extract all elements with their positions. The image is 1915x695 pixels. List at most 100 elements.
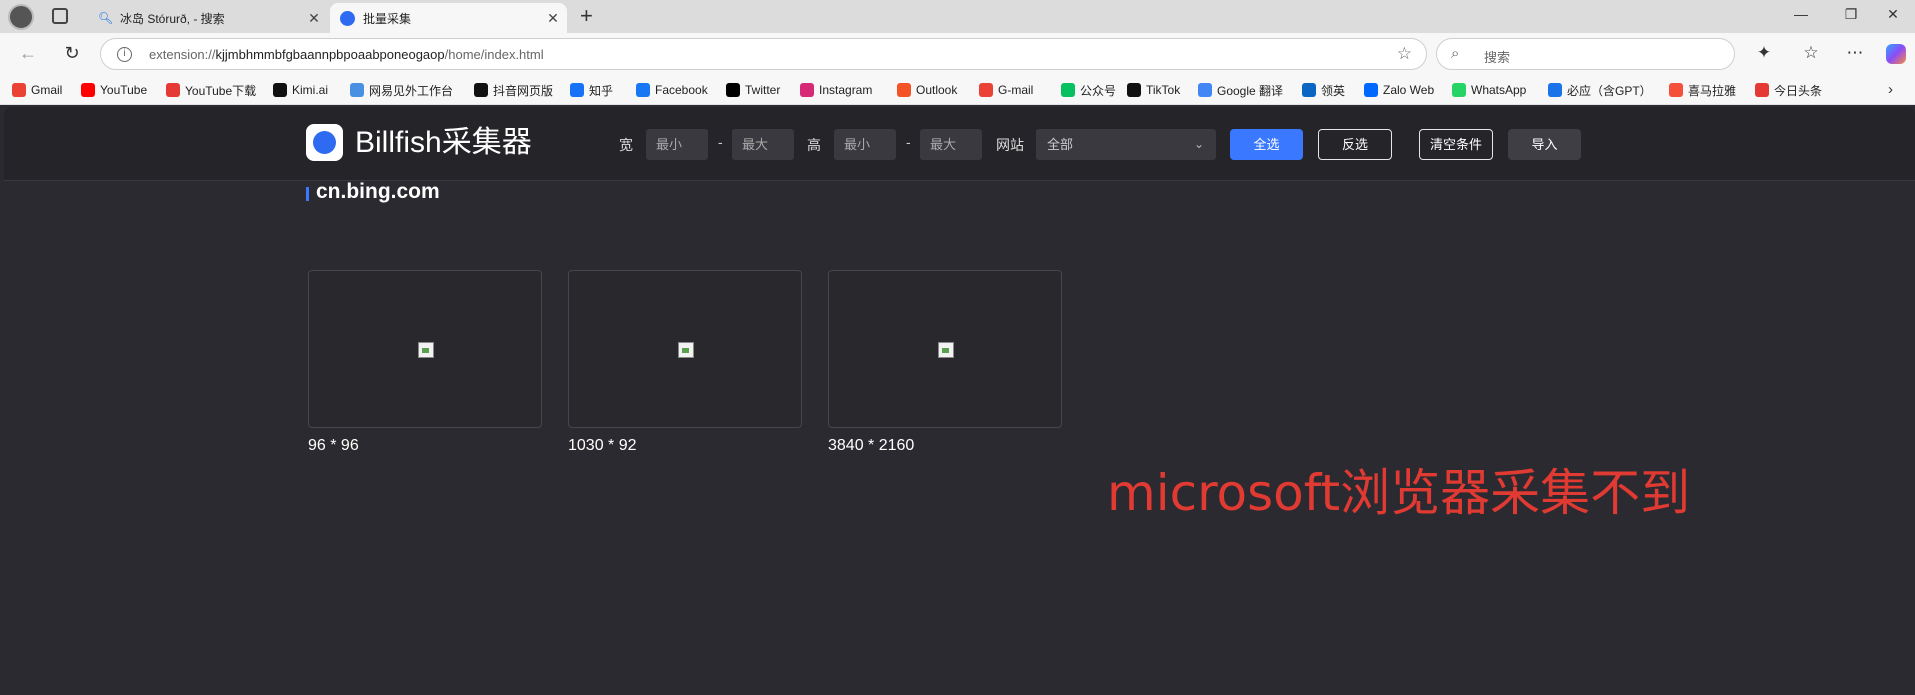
bookmark-item[interactable]: 必应（含GPT） bbox=[1548, 82, 1652, 98]
brand-title: Billfish采集器 bbox=[355, 126, 532, 159]
bookmark-item[interactable]: YouTube下载 bbox=[166, 82, 256, 98]
bookmark-item[interactable]: 领英 bbox=[1302, 82, 1345, 98]
search-favicon-icon: 🔍︎ bbox=[98, 11, 114, 25]
bookmark-label: 领英 bbox=[1321, 83, 1346, 98]
bookmark-item[interactable]: 今日头条 bbox=[1755, 82, 1822, 98]
profile-avatar[interactable] bbox=[8, 4, 34, 30]
billfish-logo-icon bbox=[306, 124, 343, 161]
url-bar[interactable]: i extension://kjjmbhmmbfgbaannpbpoaabpon… bbox=[100, 38, 1427, 70]
bookmark-favicon-icon bbox=[12, 83, 26, 97]
bookmark-favicon-icon bbox=[1452, 83, 1466, 97]
bookmark-item[interactable]: Gmail bbox=[12, 82, 62, 98]
info-icon[interactable]: i bbox=[117, 47, 132, 62]
bookmark-item[interactable]: Facebook bbox=[636, 82, 708, 98]
bookmark-favicon-icon bbox=[474, 83, 488, 97]
bookmark-favicon-icon bbox=[273, 83, 287, 97]
image-card[interactable] bbox=[828, 270, 1062, 428]
bookmark-label: Instagram bbox=[819, 83, 873, 97]
bookmark-item[interactable]: Instagram bbox=[800, 82, 872, 98]
image-dimensions: 3840 * 2160 bbox=[828, 437, 915, 454]
height-max-input[interactable] bbox=[920, 129, 982, 160]
range-separator: - bbox=[906, 134, 911, 150]
bookmark-item[interactable]: Google 翻译 bbox=[1198, 82, 1283, 98]
bookmark-label: Twitter bbox=[745, 83, 781, 97]
close-tab-icon[interactable]: ✕ bbox=[545, 11, 561, 25]
tab-bing-search[interactable]: 🔍︎ 冰岛 Stórurð, - 搜索 ✕ bbox=[88, 3, 328, 33]
search-input[interactable]: ⌕ 搜索 bbox=[1436, 38, 1735, 70]
bookmark-item[interactable]: 公众号 bbox=[1061, 82, 1116, 98]
workspaces-icon[interactable] bbox=[52, 8, 68, 24]
bookmarks-overflow-chevron-icon[interactable]: › bbox=[1888, 81, 1893, 98]
image-dimensions: 96 * 96 bbox=[308, 437, 359, 454]
image-card[interactable] bbox=[308, 270, 542, 428]
bookmark-label: WhatsApp bbox=[1471, 83, 1527, 97]
app-header: Billfish采集器 宽 - 高 - 网站 全部 ⌄ 全选 反选 清空条件 导… bbox=[4, 107, 1915, 181]
bookmark-item[interactable]: Kimi.ai bbox=[273, 82, 328, 98]
new-tab-button[interactable]: + bbox=[580, 4, 593, 28]
broken-image-icon bbox=[938, 342, 954, 358]
minimize-button[interactable]: — bbox=[1786, 6, 1816, 22]
refresh-button[interactable]: ↻ bbox=[60, 43, 84, 63]
bookmark-favicon-icon bbox=[979, 83, 993, 97]
bookmark-label: 喜马拉雅 bbox=[1688, 83, 1737, 98]
invert-selection-button[interactable]: 反选 bbox=[1318, 129, 1392, 160]
bookmark-favicon-icon bbox=[1061, 83, 1075, 97]
bookmark-item[interactable]: 喜马拉雅 bbox=[1669, 82, 1736, 98]
chevron-down-icon: ⌄ bbox=[1193, 137, 1204, 151]
more-menu-icon[interactable]: ⋯ bbox=[1843, 43, 1867, 63]
width-label: 宽 bbox=[619, 137, 633, 153]
select-all-button[interactable]: 全选 bbox=[1230, 129, 1303, 160]
image-card[interactable] bbox=[568, 270, 802, 428]
annotation-text: microsoft浏览器采集不到 bbox=[1107, 464, 1691, 522]
restore-button[interactable]: ❐ bbox=[1836, 6, 1866, 23]
bookmark-label: TikTok bbox=[1146, 83, 1181, 97]
bookmark-label: 网易见外工作台 bbox=[369, 83, 454, 98]
back-button[interactable]: ← bbox=[16, 43, 40, 63]
height-label: 高 bbox=[807, 137, 821, 153]
close-window-button[interactable]: ✕ bbox=[1878, 6, 1908, 23]
tab-batch-collect[interactable]: 批量采集 ✕ bbox=[330, 3, 567, 33]
height-min-input[interactable] bbox=[834, 129, 896, 160]
import-button[interactable]: 导入 bbox=[1508, 129, 1581, 160]
bookmark-item[interactable]: WhatsApp bbox=[1452, 82, 1526, 98]
close-tab-icon[interactable]: ✕ bbox=[306, 11, 322, 25]
bookmark-favicon-icon bbox=[1302, 83, 1316, 97]
bookmark-label: 知乎 bbox=[589, 83, 614, 98]
broken-image-icon bbox=[418, 342, 434, 358]
bookmark-favicon-icon bbox=[636, 83, 650, 97]
bookmark-item[interactable]: 抖音网页版 bbox=[474, 82, 553, 98]
bookmark-label: YouTube bbox=[100, 83, 148, 97]
image-dimensions: 1030 * 92 bbox=[568, 437, 637, 454]
url-text[interactable]: extension://kjjmbhmmbfgbaannpbpoaabponeo… bbox=[149, 47, 544, 62]
broken-image-icon bbox=[678, 342, 694, 358]
width-min-input[interactable] bbox=[646, 129, 708, 160]
bookmarks-bar: Gmail YouTube YouTube下载 Kimi.ai 网易见外工作台 抖音网页版… bbox=[0, 75, 1915, 105]
bookmark-favicon-icon bbox=[570, 83, 584, 97]
bookmark-label: 抖音网页版 bbox=[493, 83, 554, 98]
bookmark-favicon-icon bbox=[350, 83, 364, 97]
clear-filters-button[interactable]: 清空条件 bbox=[1419, 129, 1493, 160]
tab-title: 批量采集 bbox=[363, 11, 412, 26]
bookmark-label: 公众号 bbox=[1080, 83, 1117, 98]
bookmark-label: Zalo Web bbox=[1383, 83, 1435, 97]
copilot-icon[interactable] bbox=[1886, 44, 1906, 64]
bookmark-item[interactable]: Outlook bbox=[897, 82, 957, 98]
bookmark-label: Google 翻译 bbox=[1217, 83, 1284, 98]
bookmark-favicon-icon bbox=[726, 83, 740, 97]
bookmark-item[interactable]: YouTube bbox=[81, 82, 147, 98]
bookmark-item[interactable]: Twitter bbox=[726, 82, 780, 98]
bookmark-label: YouTube下载 bbox=[185, 83, 257, 98]
extensions-icon[interactable]: ✦ bbox=[1752, 43, 1776, 63]
width-max-input[interactable] bbox=[732, 129, 794, 160]
bookmark-favicon-icon bbox=[1548, 83, 1562, 97]
bookmark-label: Gmail bbox=[31, 83, 63, 97]
bookmark-item[interactable]: 知乎 bbox=[570, 82, 613, 98]
bookmark-item[interactable]: 网易见外工作台 bbox=[350, 82, 453, 98]
bookmark-item[interactable]: G-mail bbox=[979, 82, 1033, 98]
favorites-icon[interactable]: ☆ bbox=[1799, 43, 1823, 63]
favorite-star-icon[interactable]: ☆ bbox=[1397, 44, 1412, 64]
bookmark-item[interactable]: Zalo Web bbox=[1364, 82, 1434, 98]
bookmark-favicon-icon bbox=[1755, 83, 1769, 97]
site-select[interactable]: 全部 ⌄ bbox=[1036, 129, 1216, 160]
bookmark-item[interactable]: TikTok bbox=[1127, 82, 1180, 98]
